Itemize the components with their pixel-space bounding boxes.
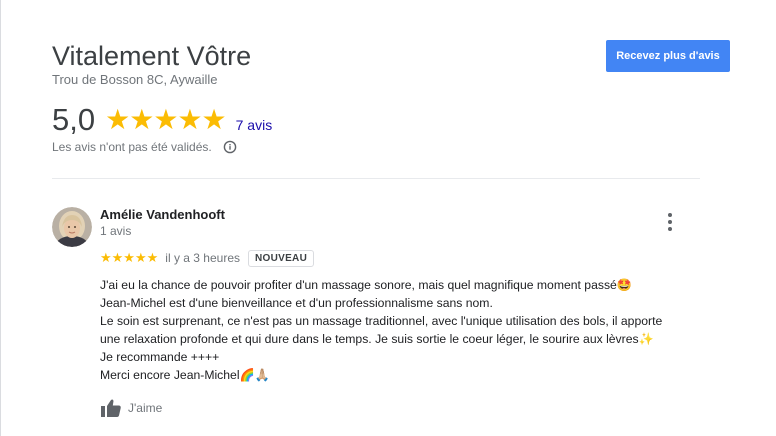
- rating-summary: 5,0 ★★★★★ 7 avis: [52, 102, 272, 138]
- average-rating: 5,0: [52, 102, 96, 137]
- review-meta: ★★★★★ il y a 3 heures NOUVEAU: [100, 248, 315, 268]
- more-dot: [668, 213, 672, 217]
- review-line: Je recommande ++++: [100, 350, 220, 364]
- review-line: Jean-Michel est d'une bienveillance et d…: [100, 296, 493, 310]
- more-dot: [668, 220, 672, 224]
- get-more-reviews-button[interactable]: Recevez plus d'avis: [606, 40, 730, 72]
- new-badge: NOUVEAU: [248, 249, 315, 267]
- reviewer-avatar[interactable]: [52, 207, 92, 247]
- business-name: Vitalement Vôtre: [52, 41, 252, 71]
- review-line: Le soin est surprenant, ce n'est pas un …: [100, 314, 663, 328]
- section-divider: [52, 178, 700, 179]
- reviewer-review-count: 1 avis: [100, 224, 132, 238]
- disclaimer-row: Les avis n'ont pas été validés.: [52, 140, 237, 154]
- thumb-up-icon: [101, 399, 121, 417]
- more-dot: [668, 227, 672, 231]
- panel-border: [0, 0, 1, 436]
- review-count-link[interactable]: 7 avis: [236, 108, 273, 133]
- review-line: J'ai eu la chance de pouvoir profiter d'…: [100, 278, 632, 292]
- reviews-panel: Vitalement Vôtre Trou de Bosson 8C, Aywa…: [0, 0, 776, 436]
- review-line: une relaxation profonde et qui dure dans…: [100, 332, 654, 346]
- info-icon[interactable]: [223, 140, 237, 154]
- business-address: Trou de Bosson 8C, Aywaille: [52, 72, 218, 87]
- average-rating-stars: ★★★★★: [105, 104, 227, 135]
- more-options-icon[interactable]: [660, 210, 680, 234]
- review-timestamp: il y a 3 heures: [165, 251, 240, 265]
- review-text: J'ai eu la chance de pouvoir profiter d'…: [100, 276, 710, 384]
- review-line: Merci encore Jean-Michel🌈🙏🏼: [100, 368, 270, 382]
- like-button[interactable]: J'aime: [100, 396, 162, 420]
- reviewer-name[interactable]: Amélie Vandenhooft: [100, 207, 225, 222]
- review-rating-stars: ★★★★★: [100, 250, 159, 265]
- like-label: J'aime: [128, 401, 163, 415]
- reviews-not-verified-text: Les avis n'ont pas été validés.: [52, 140, 212, 154]
